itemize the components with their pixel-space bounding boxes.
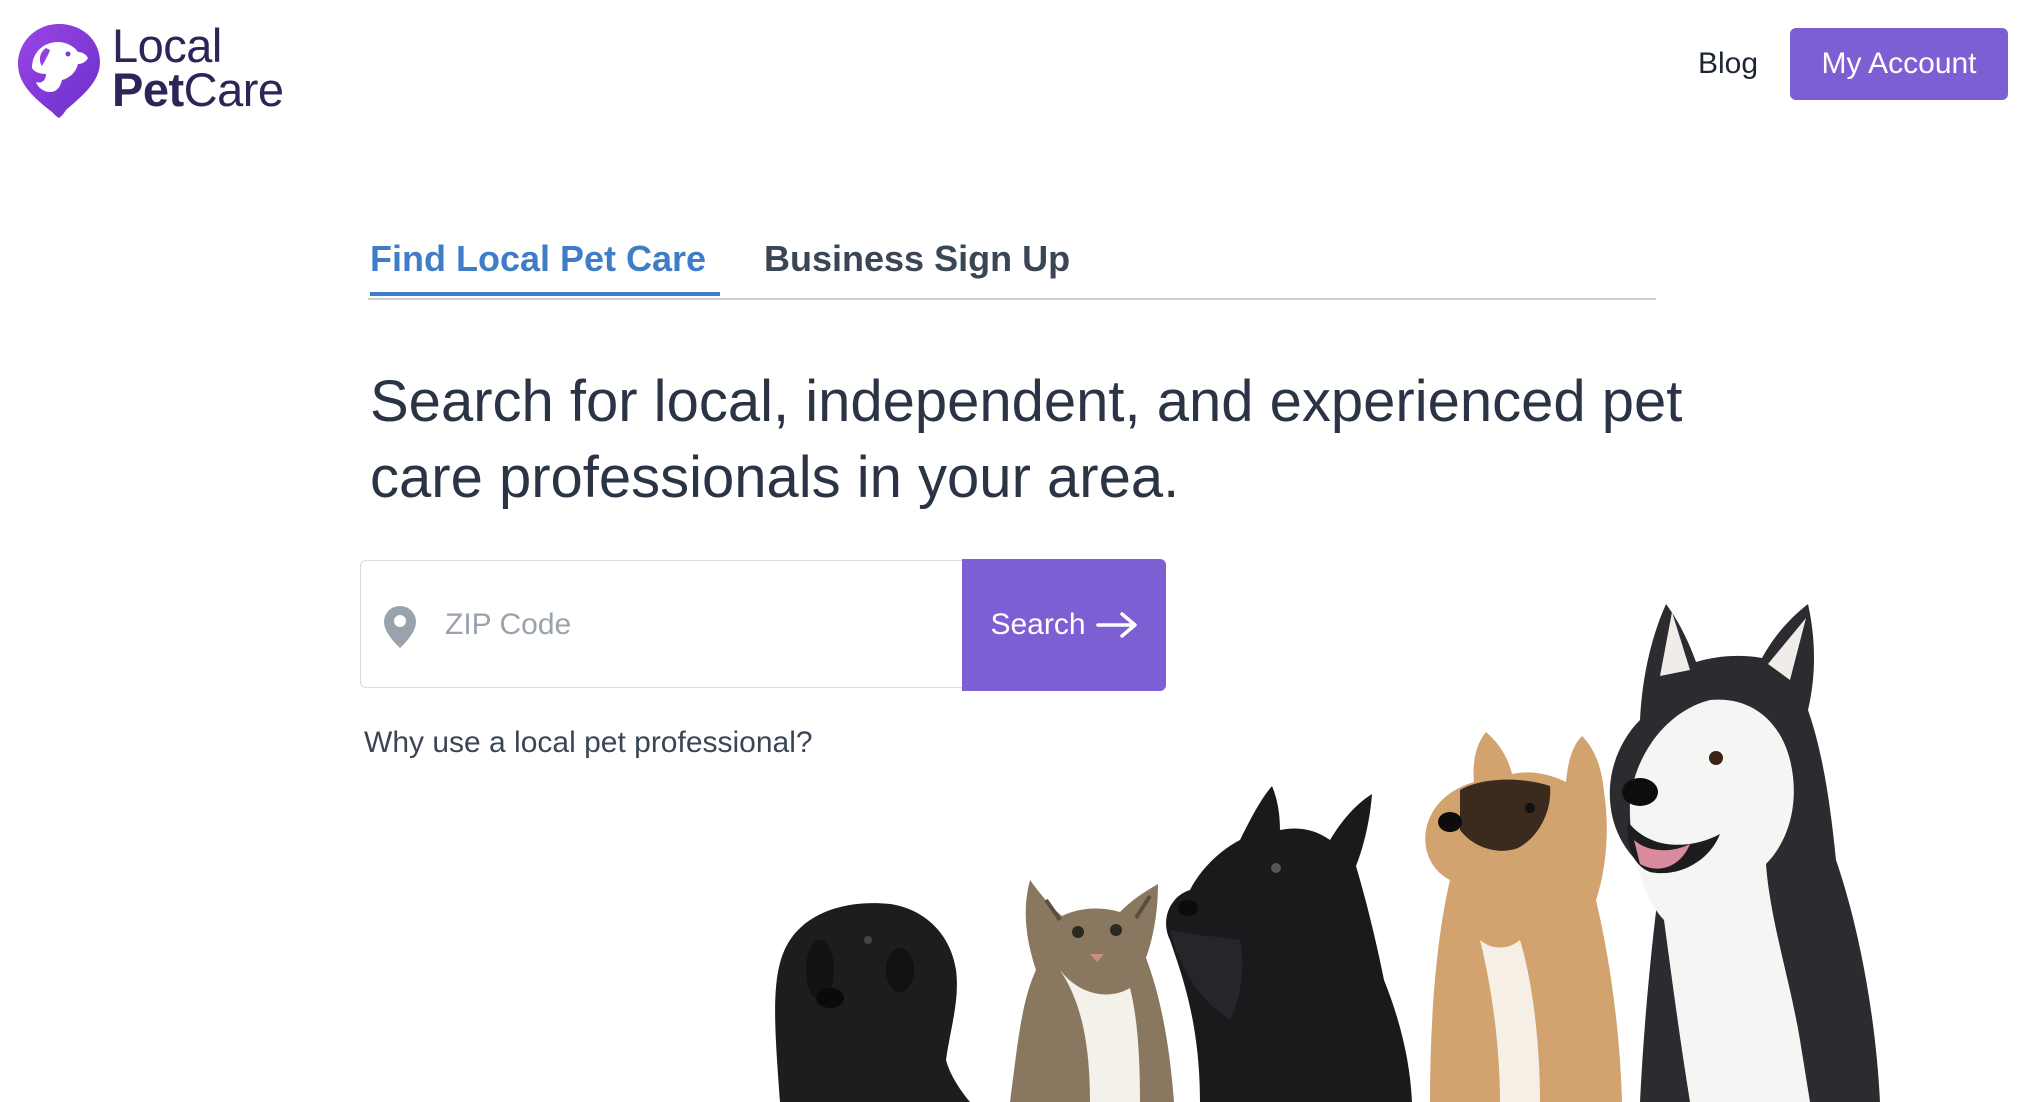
logo-text: Local PetCare — [112, 19, 284, 113]
logo[interactable]: Local PetCare — [16, 22, 284, 120]
scottish-terrier-image — [1166, 786, 1412, 1102]
husky-image — [1609, 604, 1880, 1102]
dog-in-pin-logo-icon — [18, 24, 100, 118]
tab-bar: Find Local Pet Care Business Sign Up — [368, 238, 1656, 300]
logo-word-pet: Pet — [112, 63, 184, 116]
tab-find-local-pet-care[interactable]: Find Local Pet Care — [370, 238, 721, 296]
tabby-kitten-image — [1010, 880, 1174, 1102]
logo-line-petcare: PetCare — [112, 66, 284, 113]
page-headline: Search for local, independent, and exper… — [370, 369, 1683, 510]
tab-business-sign-up[interactable]: Business Sign Up — [764, 238, 1070, 292]
logo-line-local: Local — [112, 19, 222, 72]
top-nav: Blog My Account — [1698, 28, 2008, 100]
black-puppy-image — [775, 903, 970, 1102]
akita-puppy-image — [1425, 732, 1622, 1102]
map-pin-icon — [384, 606, 416, 648]
logo-word-care: Care — [183, 63, 284, 116]
why-local-pet-professional-link[interactable]: Why use a local pet professional? — [364, 726, 813, 760]
my-account-button[interactable]: My Account — [1790, 28, 2008, 100]
pets-hero-image — [775, 604, 1880, 1102]
blog-link[interactable]: Blog — [1698, 47, 1758, 81]
landing-page: Local PetCare Blog My Account Find Local… — [0, 0, 2024, 1102]
